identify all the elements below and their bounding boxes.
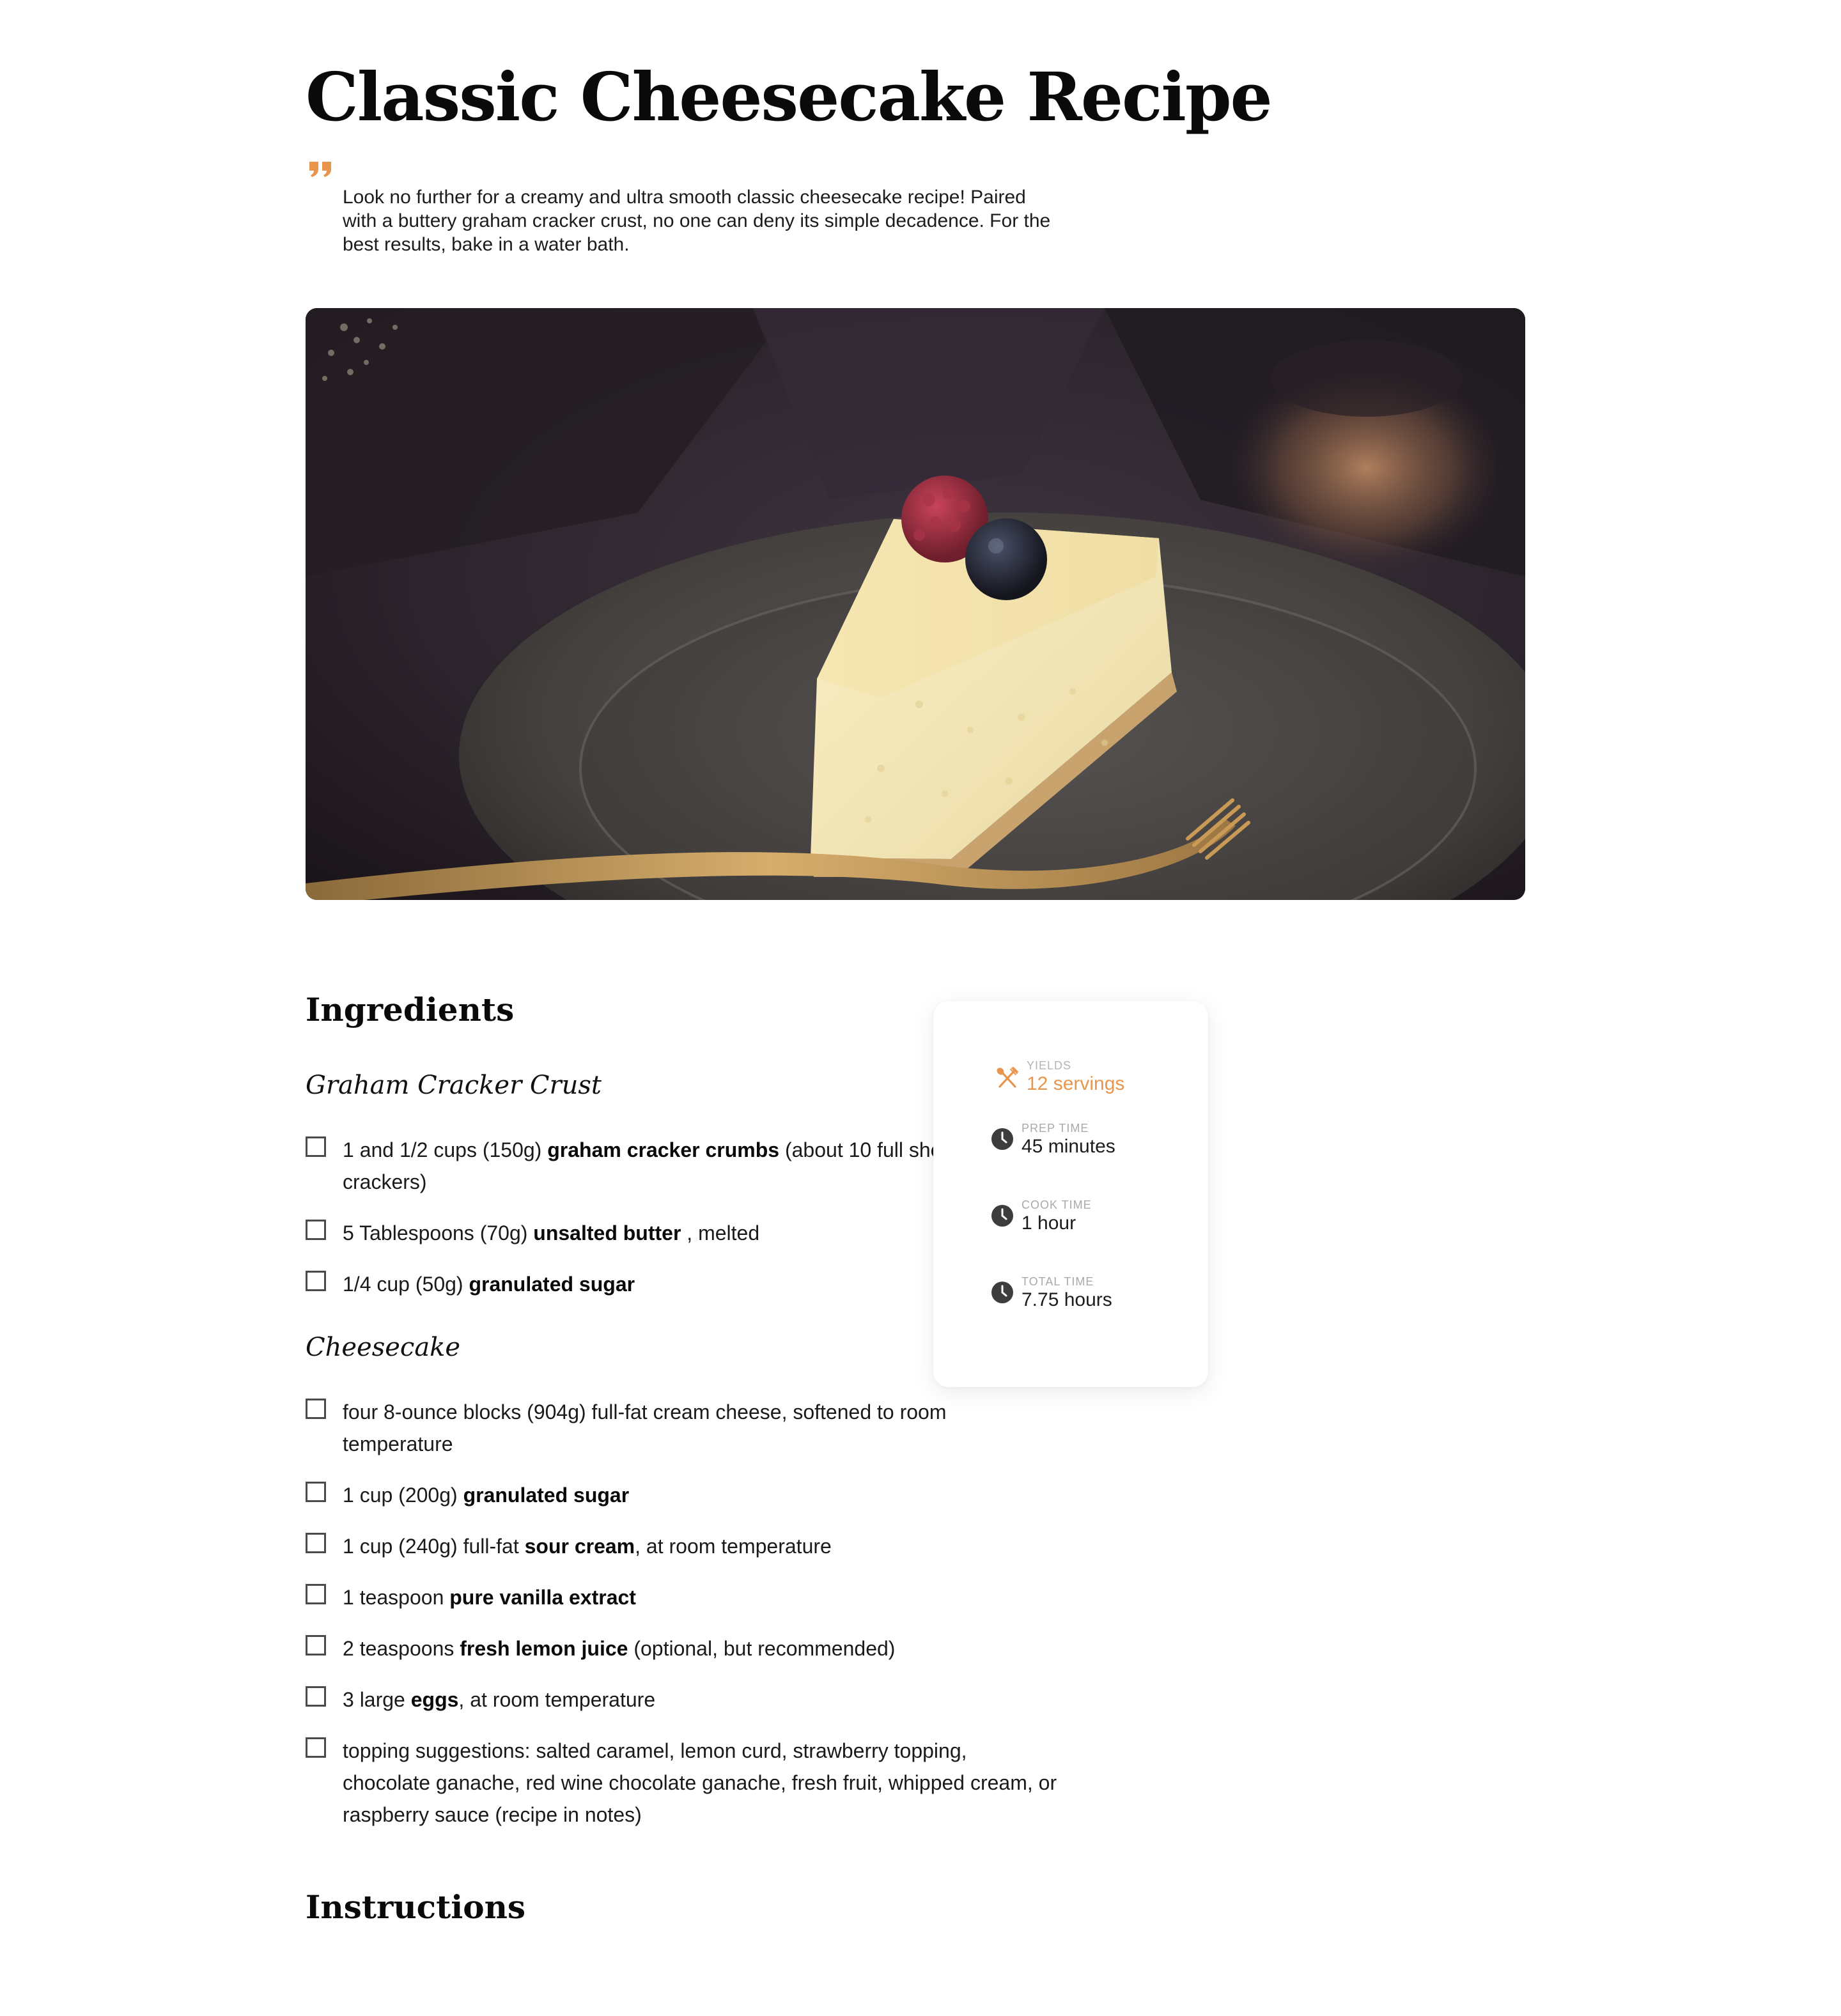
cook-time-label: Cook Time [1021,1198,1092,1211]
ingredient-checkbox[interactable] [306,1584,326,1604]
ingredient-checkbox[interactable] [306,1533,326,1553]
ingredient-item: 1 cup (240g) full-fat sour cream, at roo… [306,1530,1060,1562]
utensils-icon [997,1067,1018,1088]
ingredient-item: topping suggestions: salted caramel, lem… [306,1735,1060,1831]
clock-icon [991,1205,1013,1227]
ingredient-checkbox[interactable] [306,1220,326,1240]
quote-icon [309,162,331,177]
instructions-heading: Instructions [306,1888,526,1926]
ingredient-checkbox[interactable] [306,1136,326,1157]
ingredient-checkbox[interactable] [306,1737,326,1758]
ingredient-checkbox[interactable] [306,1635,326,1655]
ingredient-checkbox[interactable] [306,1686,326,1707]
recipe-info-card: Yields 12 servings Prep Time 45 minutes … [933,1001,1208,1387]
yields-label: Yields [1027,1059,1072,1072]
group-title-cheesecake: Cheesecake [306,1333,461,1362]
ingredient-item: 3 large eggs, at room temperature [306,1684,1060,1716]
ingredient-item: 2 teaspoons fresh lemon juice (optional,… [306,1632,1060,1664]
ingredients-heading: Ingredients [306,991,515,1028]
total-time-label: Total Time [1021,1275,1094,1288]
ingredient-list-cheesecake: four 8-ounce blocks (904g) full-fat crea… [306,1396,1060,1831]
clock-icon [991,1128,1013,1150]
cheesecake-photo [306,308,1525,900]
prep-time-value: 45 minutes [1021,1136,1115,1157]
group-title-crust: Graham Cracker Crust [306,1071,602,1100]
ingredient-checkbox[interactable] [306,1399,326,1419]
ingredient-checkbox[interactable] [306,1271,326,1291]
cook-time-value: 1 hour [1021,1213,1076,1234]
recipe-intro: Look no further for a creamy and ultra s… [343,187,1051,255]
ingredient-item: 1 cup (200g) granulated sugar [306,1479,1060,1511]
page-title: Classic Cheesecake Recipe [306,58,1273,136]
clock-icon [991,1282,1013,1303]
yields-value: 12 servings [1027,1073,1125,1094]
ingredient-item: 1 teaspoon pure vanilla extract [306,1581,1060,1613]
total-time-value: 7.75 hours [1021,1289,1112,1310]
ingredient-item: four 8-ounce blocks (904g) full-fat crea… [306,1396,1060,1460]
prep-time-label: Prep Time [1021,1122,1089,1135]
ingredient-checkbox[interactable] [306,1482,326,1502]
